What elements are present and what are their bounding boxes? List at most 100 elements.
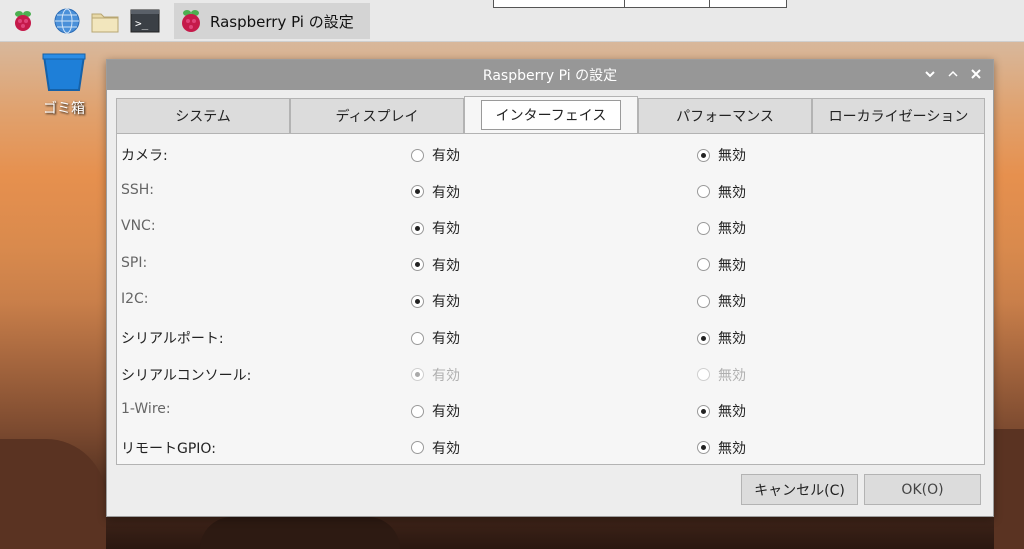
interface-row: シリアルポート: 有効 無効	[117, 319, 984, 355]
taskbar: >_ Raspberry Pi の設定	[0, 0, 1024, 42]
radio-selected-icon[interactable]	[697, 441, 710, 455]
enable-label: 有効	[432, 440, 460, 457]
tab-label: パフォーマンス	[676, 109, 774, 125]
ok-button[interactable]: OK(O)	[864, 474, 981, 505]
radio-unselected-icon	[697, 368, 710, 382]
enable-radio-option[interactable]: 有効	[411, 291, 460, 311]
interfaces-panel: カメラ: 有効 無効 SSH: 有効 無効 VNC: 有効 無効 SPI: 有効 無効 I2C: 有効 無効…	[116, 133, 985, 465]
disable-radio-option[interactable]: 無効	[697, 328, 746, 348]
interface-row: リモートGPIO: 有効 無効	[117, 429, 984, 465]
tab-system[interactable]: システム	[116, 98, 290, 134]
disable-radio-option[interactable]: 無効	[697, 218, 746, 238]
minimize-icon[interactable]	[923, 66, 937, 82]
tab-display[interactable]: ディスプレイ	[290, 98, 464, 134]
interface-label: シリアルポート:	[121, 331, 224, 347]
enable-label: 有効	[432, 294, 460, 311]
disable-label: 無効	[718, 184, 746, 201]
disable-radio-option[interactable]: 無効	[697, 145, 746, 165]
terminal-icon[interactable]: >_	[130, 6, 160, 36]
enable-radio-option[interactable]: 有効	[411, 401, 460, 421]
trash-desktop-icon[interactable]: ゴミ箱	[36, 52, 92, 118]
interface-row: シリアルコンソール: 有効 無効	[117, 356, 984, 392]
disable-radio-option[interactable]: 無効	[697, 401, 746, 421]
enable-label: 有効	[432, 367, 460, 384]
disable-radio-option[interactable]: 無効	[697, 255, 746, 275]
tab-performance[interactable]: パフォーマンス	[638, 98, 812, 134]
tab-localisation[interactable]: ローカライゼーション	[812, 98, 985, 134]
file-manager-icon[interactable]	[90, 6, 120, 36]
radio-unselected-icon[interactable]	[411, 404, 424, 418]
radio-selected-icon[interactable]	[697, 404, 710, 418]
radio-selected-icon[interactable]	[697, 148, 710, 162]
disable-label: 無効	[718, 257, 746, 274]
tab-label: インターフェイス	[480, 100, 622, 130]
interface-row: 1-Wire: 有効 無効	[117, 392, 984, 428]
dialog-titlebar[interactable]: Raspberry Pi の設定	[107, 60, 993, 90]
disable-radio-option[interactable]: 無効	[697, 291, 746, 311]
settings-dialog: Raspberry Pi の設定 システム ディスプレイ インターフェイス パフ…	[106, 59, 994, 517]
radio-unselected-icon[interactable]	[411, 331, 424, 345]
disable-label: 無効	[718, 440, 746, 457]
radio-unselected-icon[interactable]	[697, 185, 710, 199]
tab-label: システム	[175, 109, 231, 125]
enable-radio-option[interactable]: 有効	[411, 218, 460, 238]
trash-icon	[42, 53, 86, 91]
radio-unselected-icon[interactable]	[697, 294, 710, 308]
disable-label: 無効	[718, 404, 746, 421]
dialog-title: Raspberry Pi の設定	[482, 68, 618, 84]
enable-radio-option[interactable]: 有効	[411, 182, 460, 202]
cancel-button[interactable]: キャンセル(C)	[741, 474, 858, 505]
taskbar-task-label: Raspberry Pi の設定	[210, 12, 354, 31]
interface-row: SSH: 有効 無効	[117, 173, 984, 209]
interface-label: リモートGPIO:	[121, 440, 216, 457]
interface-row: I2C: 有効 無効	[117, 282, 984, 318]
tab-interfaces[interactable]: インターフェイス	[464, 96, 638, 134]
close-icon[interactable]	[969, 66, 983, 82]
tab-bar: システム ディスプレイ インターフェイス パフォーマンス ローカライゼーション	[116, 96, 985, 134]
background-silhouette	[200, 517, 400, 549]
interface-label: 1-Wire:	[121, 401, 171, 418]
radio-selected-icon[interactable]	[411, 294, 424, 308]
radio-selected-icon[interactable]	[697, 331, 710, 345]
disable-label: 無効	[718, 221, 746, 238]
enable-radio-option[interactable]: 有効	[411, 255, 460, 275]
enable-radio-option[interactable]: 有効	[411, 328, 460, 348]
tab-label: ディスプレイ	[335, 109, 419, 125]
enable-label: 有効	[432, 148, 460, 164]
maximize-icon[interactable]	[946, 66, 960, 82]
svg-text:>_: >_	[135, 17, 149, 30]
enable-radio-option[interactable]: 有効	[411, 438, 460, 458]
disable-label: 無効	[718, 148, 746, 164]
interface-row: VNC: 有効 無効	[117, 209, 984, 245]
raspberry-menu-icon[interactable]	[8, 6, 38, 36]
disable-label: 無効	[718, 294, 746, 311]
background-hill	[994, 429, 1024, 549]
radio-unselected-icon[interactable]	[411, 441, 424, 455]
enable-label: 有効	[432, 404, 460, 421]
enable-label: 有効	[432, 257, 460, 274]
radio-selected-icon[interactable]	[411, 185, 424, 199]
enable-radio-option: 有効	[411, 365, 460, 385]
web-browser-icon[interactable]	[52, 6, 82, 36]
top-panel-fragment	[493, 0, 787, 8]
taskbar-task-settings[interactable]: Raspberry Pi の設定	[174, 3, 370, 39]
radio-unselected-icon[interactable]	[411, 148, 424, 162]
interface-row: SPI: 有効 無効	[117, 246, 984, 282]
radio-selected-icon	[411, 368, 424, 382]
disable-label: 無効	[718, 331, 746, 347]
interface-label: シリアルコンソール:	[121, 367, 252, 384]
radio-selected-icon[interactable]	[411, 221, 424, 235]
radio-unselected-icon[interactable]	[697, 221, 710, 235]
interface-label: VNC:	[121, 218, 156, 235]
enable-radio-option[interactable]: 有効	[411, 145, 460, 165]
interface-label: I2C:	[121, 291, 149, 308]
disable-radio-option[interactable]: 無効	[697, 182, 746, 202]
interface-label: SPI:	[121, 254, 148, 271]
background-hill	[0, 439, 106, 549]
disable-radio-option[interactable]: 無効	[697, 438, 746, 458]
radio-selected-icon[interactable]	[411, 258, 424, 272]
enable-label: 有効	[432, 221, 460, 238]
interface-label: カメラ:	[121, 148, 168, 164]
disable-label: 無効	[718, 367, 746, 384]
radio-unselected-icon[interactable]	[697, 258, 710, 272]
